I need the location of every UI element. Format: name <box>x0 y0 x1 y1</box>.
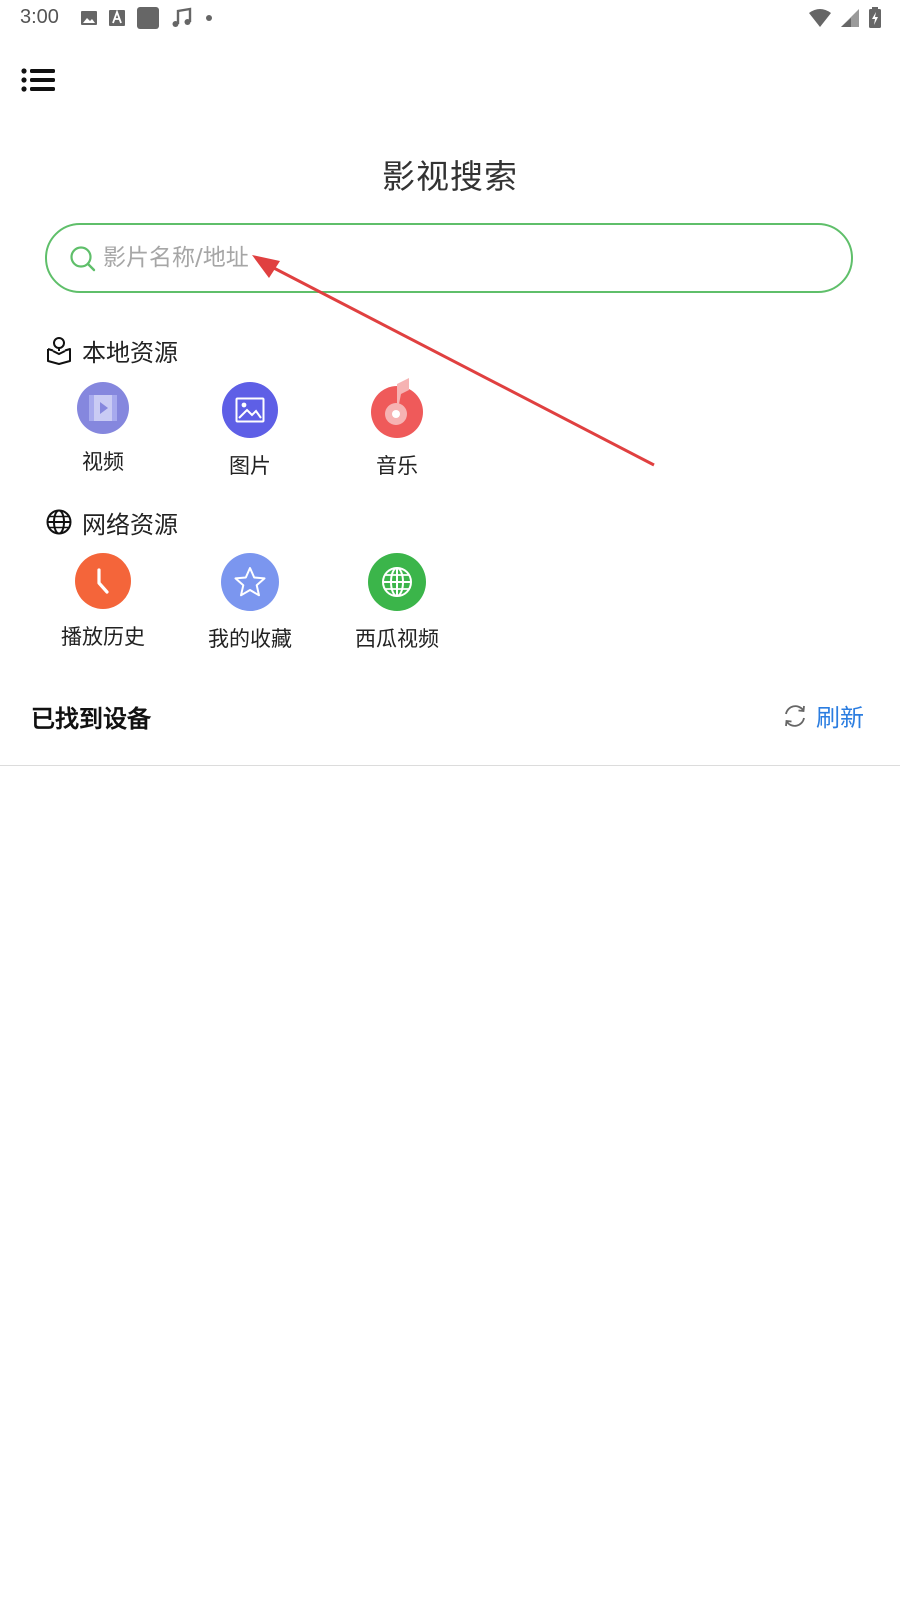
local-video-label: 视频 <box>82 450 124 474</box>
devices-header: 已找到设备 刷新 <box>0 690 900 742</box>
signal-icon <box>841 9 859 27</box>
play-history-tile[interactable]: 播放历史 <box>43 553 163 651</box>
devices-title: 已找到设备 <box>31 705 151 733</box>
image-icon <box>222 382 278 438</box>
my-favorites-tile[interactable]: 我的收藏 <box>190 553 310 653</box>
network-resources-title: 网络资源 <box>82 510 178 539</box>
battery-charging-icon <box>869 7 881 28</box>
local-music-tile[interactable]: 音乐 <box>337 378 457 480</box>
my-favorites-label: 我的收藏 <box>208 627 292 651</box>
xigua-video-tile[interactable]: 西瓜视频 <box>337 553 457 653</box>
star-icon <box>221 553 279 611</box>
local-image-label: 图片 <box>229 454 271 478</box>
local-resources-title: 本地资源 <box>82 338 178 367</box>
clock-icon <box>75 553 131 609</box>
list-menu-icon <box>21 68 55 92</box>
status-notification-icons <box>80 6 214 30</box>
font-icon <box>109 9 125 26</box>
network-resources-header: 网络资源 <box>46 506 178 539</box>
globe-icon <box>46 509 72 535</box>
wifi-icon <box>809 9 831 27</box>
map-pin-book-icon <box>47 337 71 365</box>
refresh-button[interactable]: 刷新 <box>782 698 864 733</box>
divider <box>0 765 900 766</box>
image-icon <box>81 11 97 25</box>
video-icon <box>77 382 129 434</box>
local-music-label: 音乐 <box>376 454 418 478</box>
square-icon <box>137 7 159 29</box>
music-note-icon <box>172 7 192 27</box>
page-title: 影视搜索 <box>382 157 518 196</box>
xigua-globe-icon <box>368 553 426 611</box>
search-box[interactable] <box>45 223 853 293</box>
search-icon <box>70 246 96 272</box>
xigua-video-label: 西瓜视频 <box>355 627 439 651</box>
dot-icon <box>206 15 212 21</box>
refresh-icon <box>785 704 805 727</box>
local-image-tile[interactable]: 图片 <box>190 382 310 480</box>
search-input[interactable] <box>103 235 823 281</box>
refresh-label: 刷新 <box>816 704 864 732</box>
status-time: 3:00 <box>20 6 59 28</box>
play-history-label: 播放历史 <box>61 625 145 649</box>
local-video-tile[interactable]: 视频 <box>43 382 163 476</box>
menu-button[interactable] <box>20 66 60 102</box>
status-system-icons <box>808 6 882 30</box>
local-resources-header: 本地资源 <box>46 334 178 367</box>
music-disc-icon <box>371 378 423 438</box>
status-bar: 3:00 <box>0 0 900 36</box>
